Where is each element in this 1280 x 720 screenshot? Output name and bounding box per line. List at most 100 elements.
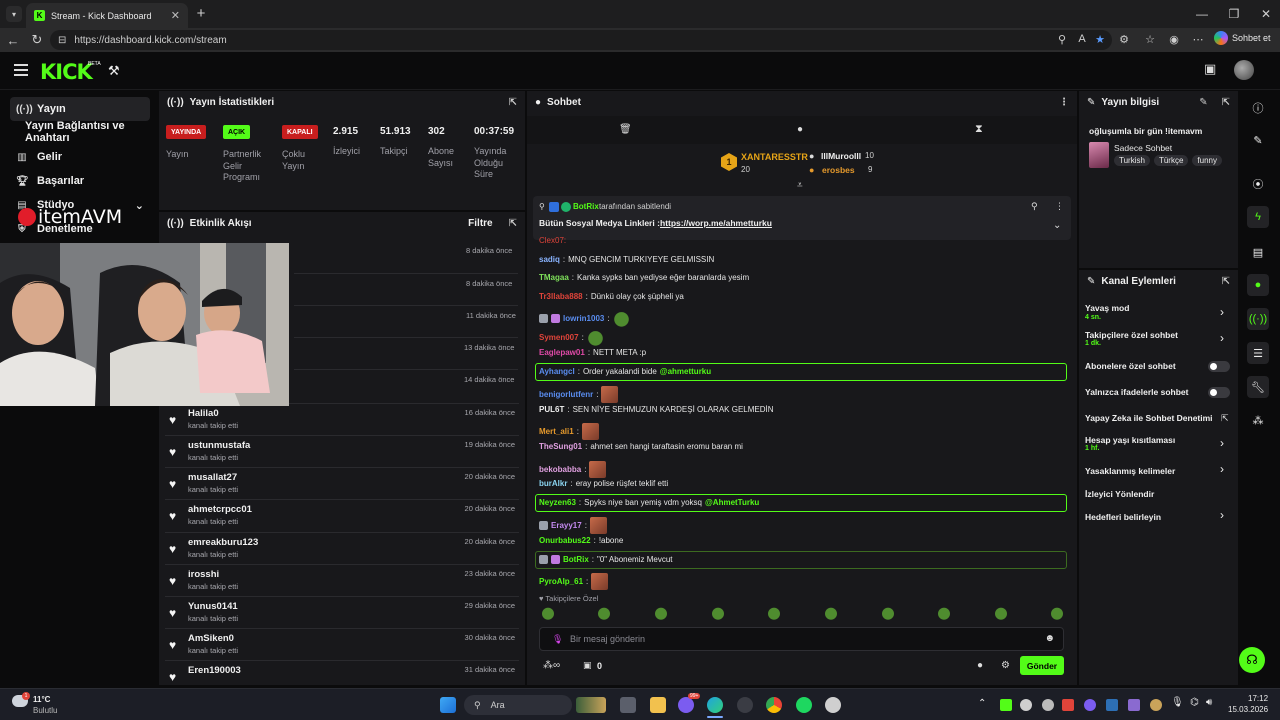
document-icon[interactable]: ▤ <box>1247 241 1269 263</box>
channel-points-icon[interactable]: ⁂∞ <box>543 660 560 671</box>
quick-emote-icon[interactable] <box>597 606 611 620</box>
activity-username[interactable]: AmSiken0 <box>188 633 234 644</box>
popout-icon[interactable]: ⇱ <box>1222 97 1230 108</box>
search-highlight-icon[interactable] <box>576 697 606 713</box>
read-aloud-icon[interactable]: A <box>1074 31 1090 47</box>
chat-username[interactable]: Erayy17 <box>551 521 582 530</box>
sidebar-item-stream-key[interactable]: Yayın Bağlantısı ve Anahtarı <box>10 120 150 144</box>
quick-emote-icon[interactable] <box>654 606 668 620</box>
chat-username[interactable]: PyroAlp_61 <box>539 577 583 586</box>
windows-start-icon[interactable] <box>440 697 456 713</box>
activity-username[interactable]: Eren190003 <box>188 665 241 676</box>
reload-icon[interactable]: ↻ <box>28 31 46 49</box>
activity-username[interactable]: emreakburu123 <box>188 537 258 548</box>
chat-username[interactable]: Ayhangcl <box>539 367 575 376</box>
quick-emote-icon[interactable] <box>881 606 895 620</box>
list-icon[interactable]: ☰ <box>1247 342 1269 364</box>
trash-icon[interactable]: 🗑︎ <box>619 124 632 135</box>
user-avatar[interactable] <box>1234 60 1254 80</box>
chat-username[interactable]: Mert_ali1 <box>539 427 574 436</box>
discord-icon[interactable] <box>678 697 694 713</box>
chat-username[interactable]: BotRix <box>563 555 589 564</box>
send-button[interactable]: Gönder <box>1020 656 1064 675</box>
tag-chip[interactable]: Turkish <box>1114 155 1150 166</box>
chrome-icon[interactable] <box>766 697 782 713</box>
address-bar[interactable]: ⊟ https://dashboard.kick.com/stream <box>50 30 1112 50</box>
pinned-link[interactable]: https://worp.me/ahmetturku <box>660 218 772 228</box>
chevron-down-icon[interactable]: ⌄ <box>1053 220 1061 231</box>
maximize-icon[interactable]: ❐ <box>1216 0 1252 28</box>
site-info-icon[interactable]: ⊟ <box>58 35 66 46</box>
chat-username[interactable]: burAlkr <box>539 479 567 488</box>
network-icon[interactable]: ⌬ <box>1190 697 1199 708</box>
microphone-icon[interactable]: 🎙︎ <box>1171 697 1184 708</box>
back-icon[interactable]: ← <box>4 31 22 49</box>
timer-icon[interactable]: ⧗ <box>975 123 983 136</box>
favorites-icon[interactable]: ☆ <box>1142 31 1158 47</box>
followers-chat-action[interactable]: Takipçilere özel sohbet <box>1085 330 1178 340</box>
popout-icon[interactable]: ⇱ <box>1222 276 1230 287</box>
chat-username[interactable]: TheSung01 <box>539 442 582 451</box>
pinned-by-user[interactable]: BotRix <box>573 202 599 211</box>
info-icon[interactable]: ⓘ <box>1247 97 1269 119</box>
edit-icon[interactable]: ✎ <box>1247 129 1269 151</box>
subscribers-chat-toggle[interactable] <box>1208 361 1230 372</box>
new-tab-icon[interactable]: + <box>192 4 210 22</box>
chevron-right-icon[interactable]: › <box>1220 436 1224 450</box>
goals-action[interactable]: Hedefleri belirleyin <box>1085 512 1161 522</box>
filter-button[interactable]: Filtre <box>468 218 492 229</box>
clock-date[interactable]: 15.03.2026 <box>1228 705 1268 714</box>
chat-username[interactable]: sadiq <box>539 255 560 264</box>
activity-username[interactable]: Halila0 <box>188 408 219 419</box>
browser-tab[interactable]: K Stream - Kick Dashboard ✕ <box>26 3 188 28</box>
raid-action[interactable]: İzleyici Yönlendir <box>1085 489 1154 499</box>
ai-moderation-action[interactable]: Yapay Zeka ile Sohbet Denetimi <box>1085 413 1213 423</box>
chat-menu-icon[interactable]: ⋮ <box>1059 97 1069 108</box>
chat-input[interactable]: 🎙︎ Bir mesaj gönderin ☻ <box>539 627 1064 651</box>
pinned-menu-icon[interactable]: ⋮ <box>1055 201 1064 212</box>
quick-emote-icon[interactable] <box>1050 606 1064 620</box>
emoji-icon[interactable]: ☻ <box>1044 633 1055 644</box>
chat-username[interactable]: PUL6T <box>539 405 564 414</box>
account-age-action[interactable]: Hesap yaşı kısıtlaması <box>1085 435 1175 445</box>
theater-icon[interactable]: ▣ <box>1204 61 1216 77</box>
close-tab-icon[interactable]: ✕ <box>171 9 180 22</box>
quick-emote-icon[interactable] <box>994 606 1008 620</box>
sidebar-item-gelir[interactable]: ▥ Gelir <box>10 145 150 169</box>
chat-mention[interactable]: @AhmetTurku <box>705 498 759 507</box>
support-icon[interactable]: ☊ <box>1239 647 1265 673</box>
sidebar-item-basarilar[interactable]: 🏆︎ Başarılar <box>10 169 150 193</box>
wrench-icon[interactable]: 🔧︎ <box>1247 376 1269 398</box>
tab-actions-icon[interactable]: ▾ <box>6 6 22 22</box>
settings-icon[interactable] <box>825 697 841 713</box>
profile-icon[interactable]: ◉ <box>1166 31 1182 47</box>
activity-username[interactable]: musallat27 <box>188 472 237 483</box>
more-icon[interactable]: ⋯ <box>1190 31 1206 47</box>
leader-first-name[interactable]: XANTARESSTR <box>741 152 808 162</box>
external-link-icon[interactable]: ⇱ <box>1221 413 1229 424</box>
edit-icon[interactable]: ✎ <box>1199 97 1207 108</box>
camera-icon[interactable]: ⦿ <box>1247 173 1269 195</box>
menu-icon[interactable] <box>14 64 28 76</box>
tray-steam-icon[interactable] <box>1106 699 1118 711</box>
minimize-icon[interactable]: — <box>1184 0 1220 28</box>
quick-emote-icon[interactable] <box>767 606 781 620</box>
sidebar-item-yayin[interactable]: ((·)) Yayın <box>10 97 150 121</box>
leader-third-name[interactable]: erosbes <box>822 165 855 175</box>
copilot-button[interactable]: Sohbet et <box>1214 31 1271 45</box>
activity-username[interactable]: irosshi <box>188 569 219 580</box>
chevron-up-icon[interactable]: ⌃ <box>978 698 986 709</box>
chat-bubble-icon[interactable]: ● <box>977 660 983 671</box>
clock-time[interactable]: 17:12 <box>1248 694 1268 703</box>
kick-logo[interactable]: KICK <box>40 60 93 84</box>
leader-second-name[interactable]: lllMuroolll <box>821 151 861 161</box>
tray-red-icon[interactable] <box>1062 699 1074 711</box>
chat-username[interactable]: lowrin1003 <box>563 314 604 323</box>
quick-emote-icon[interactable] <box>711 606 725 620</box>
quick-emote-icon[interactable] <box>541 606 555 620</box>
chat-username[interactable]: Tr3llaba888 <box>539 292 583 301</box>
chat-username[interactable]: Symen007 <box>539 333 579 342</box>
popout-icon[interactable]: ⇱ <box>509 218 517 229</box>
category-name[interactable]: Sadece Sohbet <box>1114 143 1172 153</box>
tray-pen-icon[interactable] <box>1128 699 1140 711</box>
